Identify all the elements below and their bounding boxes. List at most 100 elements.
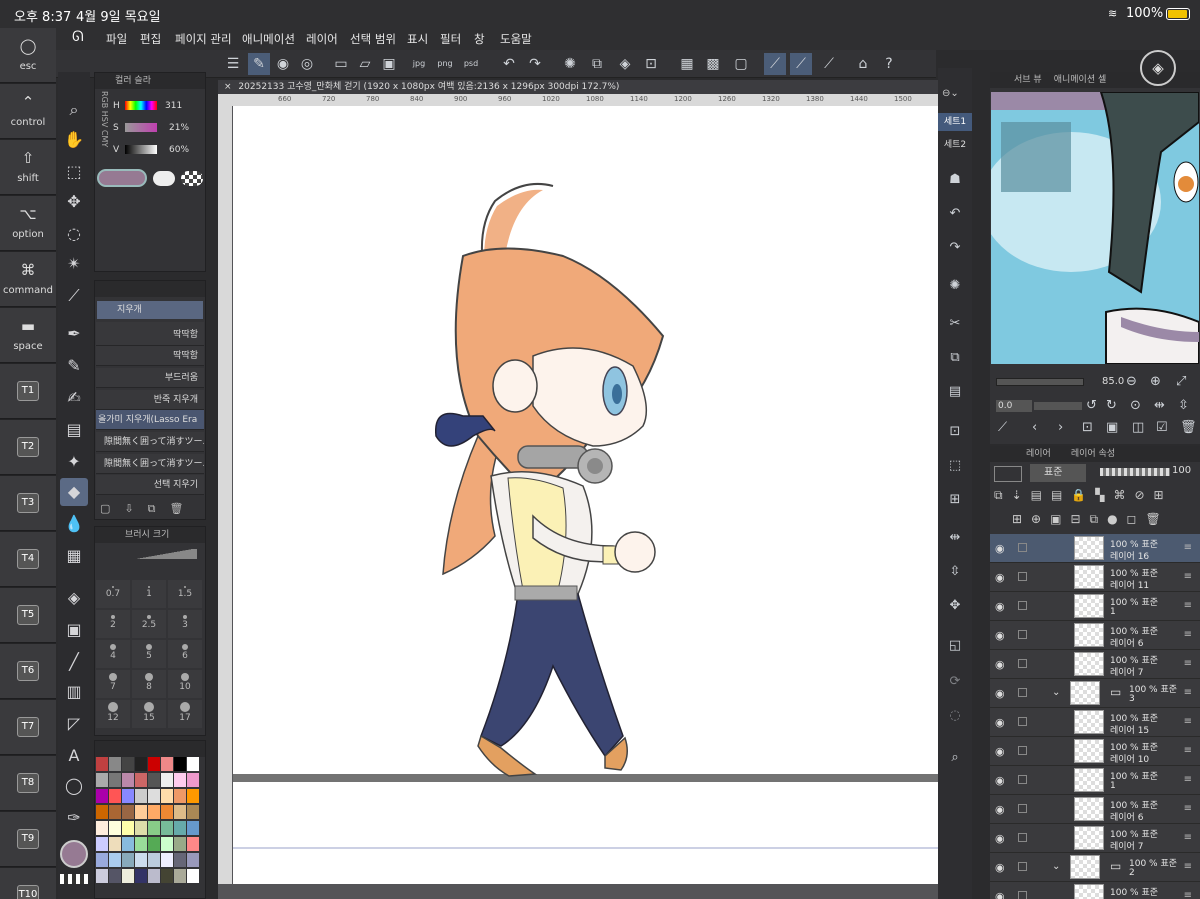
transform-icon[interactable]: ⊞	[944, 492, 966, 507]
transparent-chip[interactable]	[181, 171, 203, 186]
t1-key[interactable]: T1	[0, 364, 56, 419]
rotation-slider[interactable]	[1034, 402, 1082, 410]
next-icon[interactable]: ›	[1058, 420, 1063, 435]
t6-key[interactable]: T6	[0, 644, 56, 699]
import-icon[interactable]: ⊡	[1082, 420, 1093, 435]
space-key[interactable]: ▬ space	[0, 308, 56, 363]
grid-snap-icon[interactable]: ⟋	[818, 53, 840, 75]
visibility-eye-icon[interactable]: ◉	[995, 629, 1005, 642]
layer-menu-icon[interactable]: ≡	[1184, 542, 1192, 553]
pen-tool-icon[interactable]: ✒	[60, 320, 88, 348]
color-swatch[interactable]	[135, 837, 147, 851]
subtool-item[interactable]: 딱딱함	[96, 346, 204, 366]
color-swatch[interactable]	[122, 837, 134, 851]
deselect-icon[interactable]: ▢	[730, 53, 752, 75]
cut-icon[interactable]: ✂	[944, 316, 966, 331]
zoom-view-icon[interactable]: ⌕	[944, 750, 966, 765]
t3-key[interactable]: T3	[0, 476, 56, 531]
layer-checkbox[interactable]	[1018, 630, 1027, 639]
flip-v-icon[interactable]: ⇳	[1178, 398, 1189, 413]
mesh-tool-icon[interactable]: ▦	[60, 542, 88, 570]
color-swatch[interactable]	[122, 869, 134, 883]
layer-row[interactable]: ◉ 100 % 표준 레이어 7 ≡	[990, 824, 1200, 853]
menu-layer[interactable]: 레이어	[306, 31, 338, 47]
hue-value[interactable]: 311	[165, 101, 182, 111]
color-swatch[interactable]	[96, 837, 108, 851]
close-doc-icon[interactable]: ×	[224, 82, 232, 92]
airbrush-tool-icon[interactable]: ▤	[60, 416, 88, 444]
learn-icon[interactable]: ⌂	[852, 53, 874, 75]
crop-icon[interactable]: ⊡	[944, 424, 966, 439]
color-swatch[interactable]	[96, 805, 108, 819]
prev-icon[interactable]: ‹	[1032, 420, 1037, 435]
color-swatch[interactable]	[187, 757, 199, 771]
new-file-icon[interactable]: ▭	[330, 53, 352, 75]
redo-icon[interactable]: ↷	[524, 53, 546, 75]
export-psd-icon[interactable]: psd	[460, 53, 482, 75]
color-swatch[interactable]	[174, 869, 186, 883]
brush-size-option[interactable]: 12	[96, 700, 130, 728]
brush-size-option[interactable]: 3	[168, 610, 202, 638]
image-icon[interactable]: ▣	[1106, 420, 1118, 435]
subtool-item[interactable]: 딱딱함	[96, 322, 204, 346]
layer-folder-row[interactable]: ◉ ⌄ ▭ 100 % 표준 3 ≡	[990, 679, 1200, 708]
sub-color-chip[interactable]	[153, 171, 175, 186]
layer-action-icons[interactable]: ⊞⊕▣⊟⧉●◻🗑	[1012, 512, 1198, 528]
color-swatch[interactable]	[148, 757, 160, 771]
view-icon[interactable]: ◱	[944, 638, 966, 653]
copy-icon[interactable]: ⧉	[944, 350, 966, 365]
color-swatch[interactable]	[187, 821, 199, 835]
visibility-eye-icon[interactable]: ◉	[995, 658, 1005, 671]
color-mode-tabs[interactable]: RGB HSV CMY	[97, 91, 109, 161]
main-color-swatch[interactable]	[60, 840, 88, 868]
visibility-eye-icon[interactable]: ◉	[995, 542, 1005, 555]
brush-size-option[interactable]: 6	[168, 640, 202, 668]
layer-row[interactable]: ◉ 100 % 표준 1 ≡	[990, 766, 1200, 795]
document-tab[interactable]: × 20252133 고수영_만화체 걷기 (1920 x 1080px 여백 …	[218, 80, 938, 94]
brush-size-option[interactable]: 5	[132, 640, 166, 668]
brush-size-option[interactable]: 17	[168, 700, 202, 728]
brush-size-option[interactable]: 7	[96, 670, 130, 698]
color-swatch[interactable]	[161, 821, 173, 835]
hand-tool-icon[interactable]: ✋	[60, 126, 88, 154]
layer-menu-icon[interactable]: ≡	[1184, 571, 1192, 582]
move-tool-icon[interactable]: ✥	[60, 188, 88, 216]
brush-size-option[interactable]: 15	[132, 700, 166, 728]
flip-vertical-icon[interactable]: ⇳	[944, 564, 966, 579]
t8-key[interactable]: T8	[0, 756, 56, 811]
copy-icon[interactable]: ⧉	[586, 53, 608, 75]
layer-checkbox[interactable]	[1018, 891, 1027, 899]
hue-slider[interactable]	[125, 101, 157, 110]
color-swatch[interactable]	[174, 821, 186, 835]
grid-icon[interactable]: ▦	[676, 53, 698, 75]
layer-row[interactable]: ◉ 100 % 표준 레이어 16 ≡	[990, 534, 1200, 563]
color-swatch[interactable]	[122, 805, 134, 819]
fill-icon[interactable]: ◈	[614, 53, 636, 75]
visibility-eye-icon[interactable]: ◉	[995, 861, 1005, 874]
subtool-item[interactable]: 올가미 지우개(Lasso Era	[96, 410, 204, 430]
layer-folder-row[interactable]: ◉ ⌄ ▭ 100 % 표준 2 ≡	[990, 853, 1200, 882]
value-slider[interactable]	[125, 145, 157, 154]
export-jpg-icon[interactable]: jpg	[408, 53, 430, 75]
opacity-slider[interactable]	[1100, 468, 1170, 476]
drawing-canvas[interactable]	[233, 106, 938, 884]
new-badge-icon[interactable]: ☗	[944, 172, 966, 187]
layer-menu-icon[interactable]: ≡	[1184, 745, 1192, 756]
color-swatch[interactable]	[187, 773, 199, 787]
set-1-tab[interactable]: 세트1	[938, 113, 972, 131]
color-swatch[interactable]	[122, 789, 134, 803]
layer-checkbox[interactable]	[1018, 659, 1027, 668]
layer-menu-icon[interactable]: ≡	[1184, 600, 1192, 611]
color-swatch[interactable]	[174, 757, 186, 771]
layer-option-icons[interactable]: ⧉⇣▤▤🔒▚⌘⊘⊞	[994, 488, 1198, 504]
zoom-tool-icon[interactable]: ⌕	[60, 96, 88, 124]
color-swatch[interactable]	[148, 837, 160, 851]
saturation-value[interactable]: 21%	[169, 123, 189, 133]
blend-tool-icon[interactable]: 💧	[60, 510, 88, 538]
color-swatch[interactable]	[187, 789, 199, 803]
layer-property-tab[interactable]: 레이어 속성	[1071, 449, 1115, 459]
rotate-icon[interactable]: ⟳	[944, 674, 966, 689]
color-swatch[interactable]	[174, 789, 186, 803]
subtool-item[interactable]: 선택 지우기	[96, 475, 204, 495]
rotate-left-icon[interactable]: ↺	[1086, 398, 1097, 413]
